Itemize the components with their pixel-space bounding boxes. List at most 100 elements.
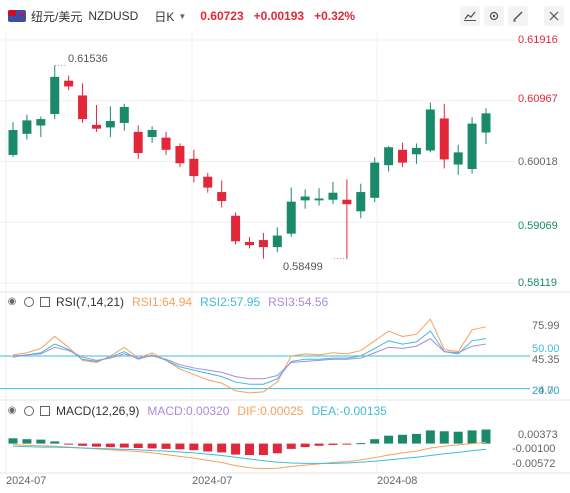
candle-body xyxy=(105,121,115,128)
candle-body xyxy=(384,147,394,166)
candle-body xyxy=(22,120,32,134)
checkbox-icon[interactable] xyxy=(40,406,50,416)
y-tick: 0.00373 xyxy=(518,429,558,441)
rsi-name: RSI(7,14,21) xyxy=(56,295,125,309)
macd-bar xyxy=(78,443,88,446)
macd-bar xyxy=(245,443,254,456)
macd-axis: 0.00373 -0.00100 -0.00572 xyxy=(512,429,558,470)
candle-body xyxy=(133,131,143,154)
candle-body xyxy=(356,192,366,212)
macd-bar xyxy=(356,443,366,445)
min-price-label: 0.58499 xyxy=(283,261,323,273)
y-tick: -0.00100 xyxy=(512,443,555,455)
chart-canvas[interactable]: 0.61916 0.60967 0.60018 0.59069 0.58119 … xyxy=(0,0,570,493)
candle-body xyxy=(203,176,213,188)
y-tick: 0.61916 xyxy=(518,34,558,46)
macd-legend: ◉ MACD(12,26,9) MACD:0.00320 DIF:0.00025… xyxy=(6,404,387,418)
max-price-label: 0.61536 xyxy=(68,53,108,65)
rsi2-value: RSI2:57.95 xyxy=(200,295,261,309)
candle-body xyxy=(314,198,324,201)
settings-icon[interactable] xyxy=(24,297,34,307)
macd-bar xyxy=(384,435,394,444)
macd-bar xyxy=(119,443,129,448)
candle-body xyxy=(64,80,74,87)
macd-series xyxy=(8,429,491,470)
macd-bar xyxy=(36,439,46,444)
candle-body xyxy=(8,129,18,155)
rsi-axis: 75.99 50.00 45.35 24.70 20.00 xyxy=(532,320,560,397)
macd-bar xyxy=(175,443,185,450)
candle-body xyxy=(398,149,408,163)
candlestick-series xyxy=(8,64,491,260)
macd-bar xyxy=(342,443,352,445)
candle-body xyxy=(481,113,491,133)
candle-body xyxy=(245,241,254,246)
candle-body xyxy=(328,192,338,200)
macd-bar xyxy=(411,433,421,444)
candle-body xyxy=(91,124,101,129)
x-tick: 2024-08 xyxy=(377,475,417,487)
macd-name: MACD(12,26,9) xyxy=(56,404,140,418)
macd-bar xyxy=(398,434,408,444)
candle-body xyxy=(467,123,477,170)
macd-bar xyxy=(425,430,435,444)
macd-bar xyxy=(453,431,463,444)
rsi3-line xyxy=(12,338,487,380)
macd-bar xyxy=(147,443,157,449)
macd-value: MACD:0.00320 xyxy=(147,404,230,418)
candle-body xyxy=(370,162,380,198)
candle-body xyxy=(50,76,60,114)
dif-value: DIF:0.00025 xyxy=(237,404,304,418)
y-tick: 75.99 xyxy=(532,320,560,332)
macd-bar xyxy=(370,439,380,444)
candle-body xyxy=(300,196,310,201)
macd-bar xyxy=(272,443,282,454)
eye-icon[interactable]: ◉ xyxy=(6,296,18,308)
candle-body xyxy=(119,106,129,123)
macd-bar xyxy=(105,443,115,448)
rsi-legend: ◉ RSI(7,14,21) RSI1:64.94 RSI2:57.95 RSI… xyxy=(6,295,329,309)
y-tick: 0.60967 xyxy=(518,93,558,105)
macd-bar xyxy=(50,441,60,444)
macd-bar xyxy=(467,430,477,444)
macd-bar xyxy=(203,443,213,452)
y-tick: 0.59069 xyxy=(518,220,558,232)
macd-bar xyxy=(286,443,296,449)
candle-body xyxy=(217,192,227,202)
y-tick: -0.00572 xyxy=(512,458,555,470)
macd-bar xyxy=(231,443,241,455)
macd-bar xyxy=(300,443,310,448)
candle-body xyxy=(272,235,282,248)
checkbox-icon[interactable] xyxy=(40,297,50,307)
macd-bar xyxy=(8,438,18,444)
eye-icon[interactable]: ◉ xyxy=(6,405,18,417)
x-tick: 2024-07 xyxy=(6,475,46,487)
macd-bar xyxy=(161,443,171,449)
candle-body xyxy=(411,147,421,155)
settings-icon[interactable] xyxy=(24,406,34,416)
candle-body xyxy=(231,215,241,242)
candle-body xyxy=(161,137,171,150)
candle-body xyxy=(453,152,463,165)
y-tick: 45.35 xyxy=(532,354,560,366)
macd-bar xyxy=(314,443,324,446)
candle-body xyxy=(175,145,185,164)
candle-body xyxy=(147,129,157,138)
macd-bar xyxy=(64,443,74,445)
candle-body xyxy=(425,109,435,151)
macd-bar xyxy=(258,443,268,456)
y-tick: 0.58119 xyxy=(518,277,557,289)
time-axis: 2024-07 2024-07 2024-08 xyxy=(6,475,417,487)
macd-bar xyxy=(22,439,32,444)
macd-bar xyxy=(481,429,491,444)
candle-body xyxy=(342,199,352,205)
dea-value: DEA:-0.00135 xyxy=(311,404,387,418)
macd-bar xyxy=(133,443,143,448)
candle-body xyxy=(286,201,296,234)
macd-bar xyxy=(91,443,101,447)
rsi3-value: RSI3:54.56 xyxy=(268,295,329,309)
macd-bar xyxy=(439,431,449,444)
macd-bar xyxy=(328,443,338,445)
rsi-series xyxy=(0,318,530,394)
candle-body xyxy=(78,95,88,120)
